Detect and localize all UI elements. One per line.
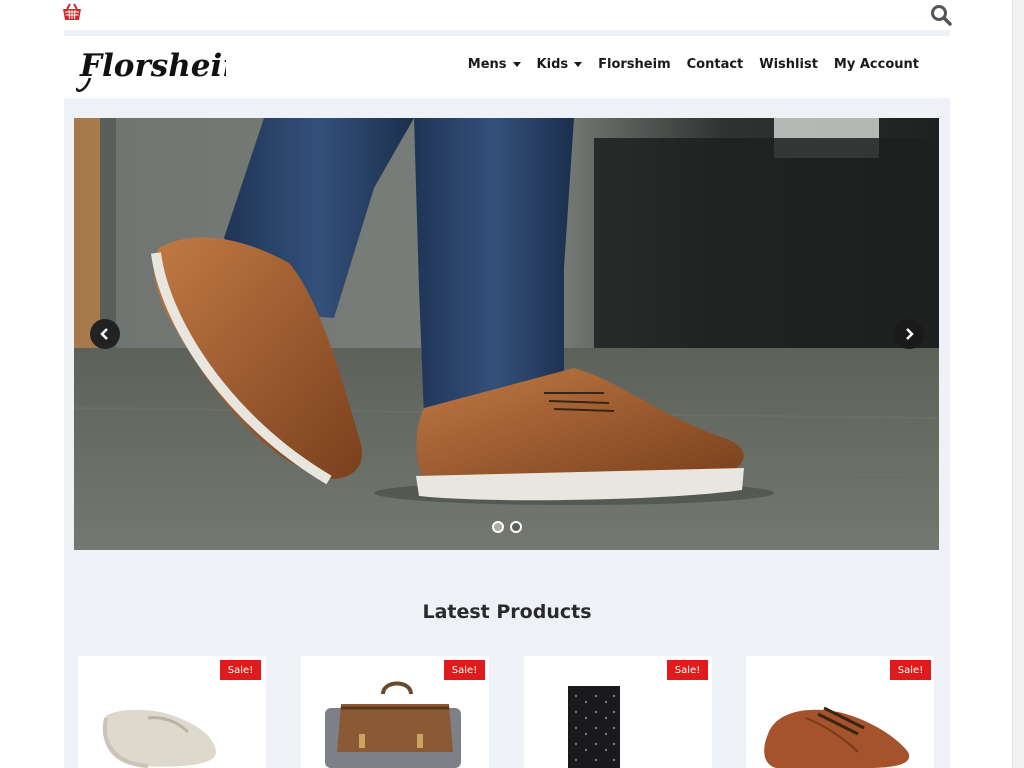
chevron-left-icon [100, 328, 108, 340]
nav-item-florsheim[interactable]: Florsheim [598, 57, 671, 72]
site-header: Florsheim Mens Kids Florsheim Contact Wi… [64, 36, 950, 98]
product-grid: Sale! Sale! Sale! Sale! [64, 656, 950, 768]
hero-image [74, 118, 939, 550]
sale-badge: Sale! [667, 660, 708, 680]
logo-text: Florsheim [79, 48, 226, 84]
basket-icon[interactable] [62, 3, 82, 21]
search-icon[interactable] [930, 4, 952, 26]
slider-dot[interactable] [510, 521, 522, 533]
product-card[interactable]: Sale! [524, 656, 712, 768]
product-card[interactable]: Sale! [746, 656, 934, 768]
product-card[interactable]: Sale! [301, 656, 489, 768]
sale-badge: Sale! [890, 660, 931, 680]
top-bar [62, 0, 952, 30]
page-scrollbar[interactable] [1012, 0, 1024, 768]
nav-item-contact[interactable]: Contact [687, 57, 744, 72]
hero-slider [74, 118, 939, 550]
product-card[interactable]: Sale! [78, 656, 266, 768]
sale-badge: Sale! [444, 660, 485, 680]
nav-item-mens[interactable]: Mens [468, 57, 521, 72]
slider-dots [492, 521, 522, 533]
slider-next-button[interactable] [894, 319, 924, 349]
chevron-right-icon [906, 328, 914, 340]
chevron-down-icon [574, 62, 583, 67]
chevron-down-icon [512, 62, 521, 67]
nav-item-my-account[interactable]: My Account [834, 57, 919, 72]
section-title: Latest Products [422, 601, 592, 623]
nav-item-wishlist[interactable]: Wishlist [759, 57, 818, 72]
brand-logo[interactable]: Florsheim [74, 36, 255, 98]
main-nav: Mens Kids Florsheim Contact Wishlist My … [468, 57, 919, 72]
sale-badge: Sale! [220, 660, 261, 680]
nav-item-kids[interactable]: Kids [537, 57, 583, 72]
slider-dot[interactable] [492, 521, 504, 533]
page: Florsheim Mens Kids Florsheim Contact Wi… [0, 0, 1024, 768]
slider-prev-button[interactable] [90, 319, 120, 349]
